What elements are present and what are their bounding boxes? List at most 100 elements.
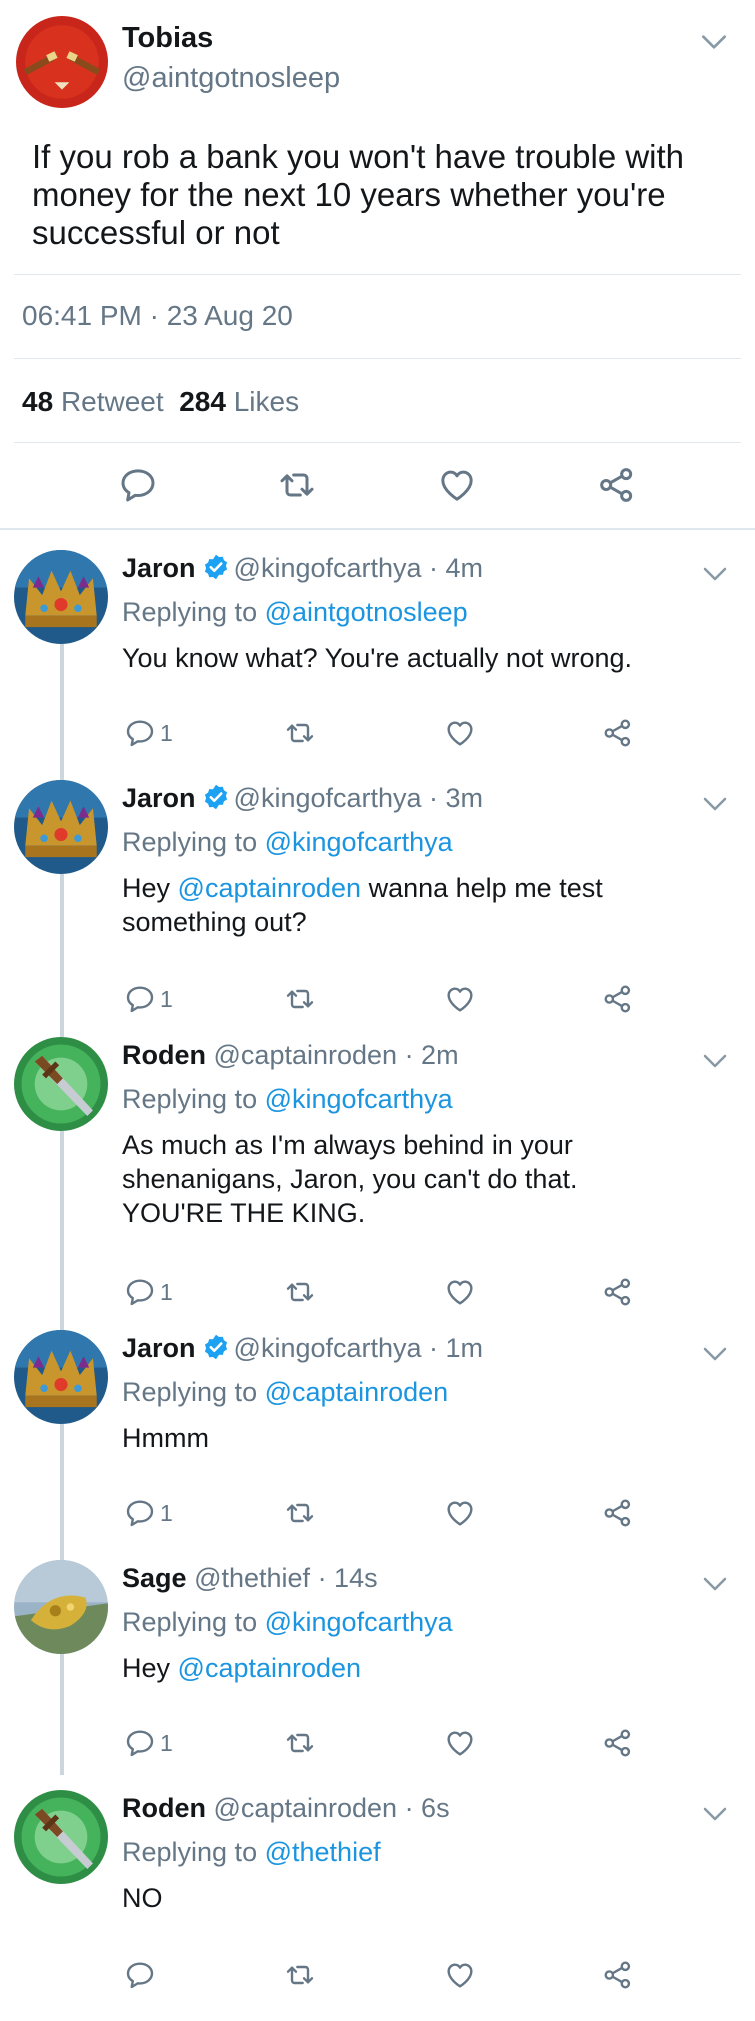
reply-text: You know what? You're actually not wrong… [122, 641, 722, 675]
reply-time: · 6s [404, 1793, 450, 1823]
retweet-icon[interactable] [284, 1959, 316, 1991]
avatar-image [16, 16, 108, 108]
replying-to-label: Replying to [122, 597, 258, 627]
reply-author-handle[interactable]: @captainroden [214, 1040, 398, 1070]
mention-link[interactable]: @captainroden [178, 873, 362, 903]
replying-to-handle[interactable]: @kingofcarthya [265, 1607, 453, 1637]
retweet-icon[interactable] [284, 1276, 316, 1308]
reply-count: 1 [160, 1499, 173, 1526]
share-icon[interactable] [602, 1276, 634, 1308]
share-icon[interactable] [602, 1727, 634, 1759]
heart-icon[interactable] [444, 1959, 476, 1991]
replying-to-label: Replying to [122, 1607, 258, 1637]
reply-author-handle[interactable]: @thethief [194, 1563, 310, 1593]
replying-to-handle[interactable]: @aintgotnosleep [265, 597, 468, 627]
share-icon[interactable] [602, 1959, 634, 1991]
avatar[interactable] [14, 1037, 108, 1131]
reply-icon[interactable]: 1 [124, 1497, 173, 1529]
reply-text-line: As much as I'm always behind in your she… [122, 1130, 578, 1194]
replying-to-label: Replying to [122, 1084, 258, 1114]
heart-icon[interactable] [444, 983, 476, 1015]
reply-author-handle[interactable]: @kingofcarthya [234, 1333, 422, 1363]
chevron-down-icon[interactable] [700, 789, 730, 819]
author-handle[interactable]: @aintgotnosleep [122, 62, 340, 95]
divider [14, 274, 741, 275]
replying-to-label: Replying to [122, 1377, 258, 1407]
retweet-count[interactable]: 48 [22, 386, 53, 417]
reply-actions: 1 [0, 1276, 755, 1312]
heart-icon[interactable] [444, 1497, 476, 1529]
reply-text: Hey @captainroden [122, 1651, 722, 1685]
reply-actions [0, 1959, 755, 1995]
reply-count: 1 [160, 1278, 173, 1305]
reply-text-line: YOU'RE THE KING. [122, 1198, 366, 1228]
retweet-icon[interactable] [284, 983, 316, 1015]
heart-icon[interactable] [444, 1276, 476, 1308]
reply-actions: 1 [0, 717, 755, 753]
retweet-label[interactable]: Retweet [61, 386, 164, 417]
chevron-down-icon[interactable] [700, 1339, 730, 1369]
share-icon[interactable] [602, 1497, 634, 1529]
avatar[interactable] [14, 550, 108, 644]
reply-author-handle[interactable]: @captainroden [214, 1793, 398, 1823]
reply-author-name[interactable]: Roden [122, 1040, 206, 1070]
reply-author-handle[interactable]: @kingofcarthya [234, 553, 422, 583]
author-name[interactable]: Tobias [122, 22, 213, 55]
avatar[interactable] [16, 16, 108, 108]
avatar[interactable] [14, 780, 108, 874]
retweet-icon[interactable] [277, 465, 317, 505]
reply-icon[interactable] [124, 1959, 160, 1991]
tweet-timestamp[interactable]: 06:41 PM · 23 Aug 20 [22, 300, 293, 332]
chevron-down-icon[interactable] [698, 26, 730, 58]
reply-time: · 3m [429, 783, 484, 813]
verified-badge-icon [202, 783, 230, 811]
replying-to-handle[interactable]: @captainroden [265, 1377, 449, 1407]
reply-author-name[interactable]: Jaron [122, 553, 196, 583]
reply-text: Hmmm [122, 1421, 722, 1455]
heart-icon[interactable] [437, 465, 477, 505]
reply-icon[interactable] [118, 465, 158, 505]
heart-icon[interactable] [444, 1727, 476, 1759]
reply-text: Hey @captainroden wanna help me test som… [122, 871, 722, 939]
reply-icon[interactable]: 1 [124, 1727, 173, 1759]
reply-text: As much as I'm always behind in your she… [122, 1128, 642, 1230]
retweet-icon[interactable] [284, 1727, 316, 1759]
chevron-down-icon[interactable] [700, 1799, 730, 1829]
share-icon[interactable] [602, 717, 634, 749]
avatar[interactable] [14, 1560, 108, 1654]
retweet-icon[interactable] [284, 717, 316, 749]
reply-text-prefix: Hey [122, 873, 171, 903]
reply-time: · 2m [404, 1040, 459, 1070]
retweet-icon[interactable] [284, 1497, 316, 1529]
chevron-down-icon[interactable] [700, 559, 730, 589]
chevron-down-icon[interactable] [700, 1046, 730, 1076]
reply-count: 1 [160, 985, 173, 1012]
share-icon[interactable] [602, 983, 634, 1015]
main-tweet: Tobias @aintgotnosleep If you rob a bank… [0, 0, 755, 528]
replying-to-handle[interactable]: @thethief [265, 1837, 381, 1867]
heart-icon[interactable] [444, 717, 476, 749]
mention-link[interactable]: @captainroden [178, 1653, 362, 1683]
verified-badge-icon [202, 553, 230, 581]
reply-icon[interactable]: 1 [124, 1276, 173, 1308]
reply-author-name[interactable]: Jaron [122, 1333, 196, 1363]
likes-label[interactable]: Likes [234, 386, 299, 417]
reply-author-name[interactable]: Sage [122, 1563, 187, 1593]
chevron-down-icon[interactable] [700, 1569, 730, 1599]
verified-badge-icon [202, 1333, 230, 1361]
reply-icon[interactable]: 1 [124, 983, 173, 1015]
avatar[interactable] [14, 1330, 108, 1424]
like-count[interactable]: 284 [179, 386, 226, 417]
reply-author-handle[interactable]: @kingofcarthya [234, 783, 422, 813]
reply-icon[interactable]: 1 [124, 717, 173, 749]
avatar[interactable] [14, 1790, 108, 1884]
reply-text-line: You know what? You're actually not wrong… [122, 643, 633, 673]
replying-to-handle[interactable]: @kingofcarthya [265, 1084, 453, 1114]
reply-text-prefix: Hey [122, 1653, 171, 1683]
reply-author-name[interactable]: Roden [122, 1793, 206, 1823]
share-icon[interactable] [597, 465, 637, 505]
replying-to-handle[interactable]: @kingofcarthya [265, 827, 453, 857]
tweet-stats: 48 Retweet 284 Likes [22, 386, 299, 418]
reply-author-name[interactable]: Jaron [122, 783, 196, 813]
reply-actions: 1 [0, 1727, 755, 1763]
